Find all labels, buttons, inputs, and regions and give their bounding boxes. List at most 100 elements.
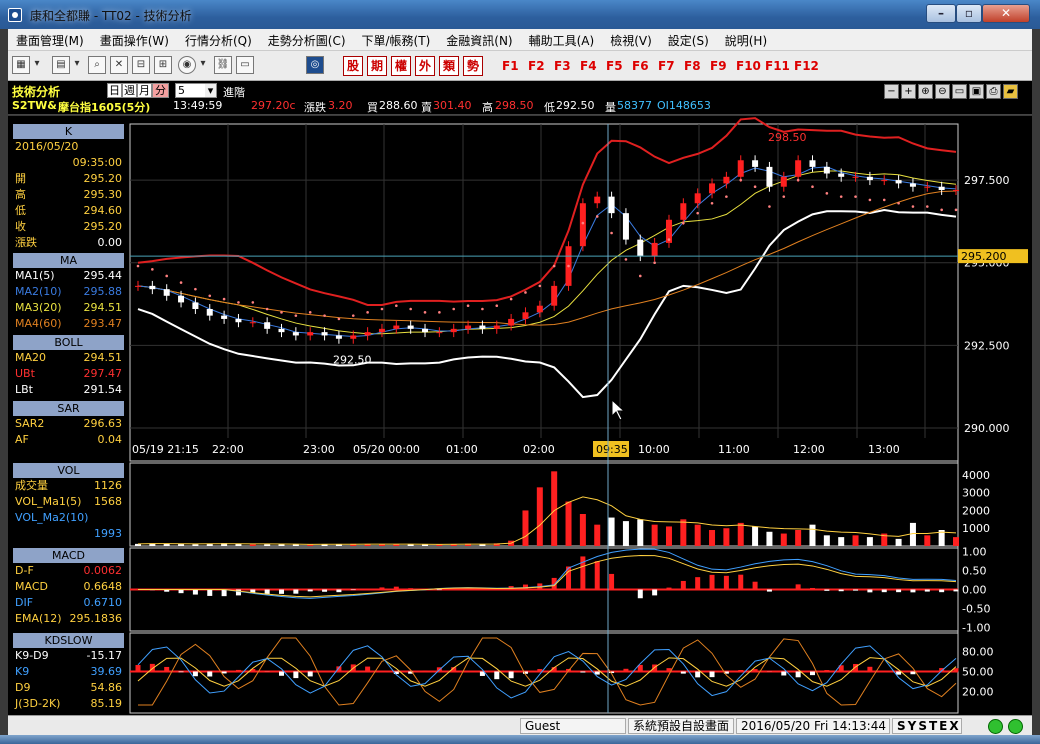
print-icon[interactable]: ⎙ — [986, 84, 1001, 99]
menu-item[interactable]: 設定(S) — [660, 29, 717, 49]
screen-icon[interactable]: ▤ — [52, 56, 70, 74]
f12-key[interactable]: F12 — [794, 59, 819, 73]
candle-body — [881, 180, 888, 182]
price-tick-label: 292.500 — [964, 339, 1010, 352]
kd-histogram-bar — [235, 669, 241, 672]
f3-key[interactable]: F3 — [554, 59, 571, 73]
period-minute-tab[interactable]: 分 — [152, 83, 169, 98]
volume-bar — [651, 524, 658, 546]
trend-button[interactable]: 勢 — [463, 56, 483, 76]
layout-icon[interactable]: ▦ — [12, 56, 30, 74]
period-week-tab[interactable]: 週 — [122, 83, 137, 98]
candle-body — [780, 176, 787, 187]
candle-body — [737, 160, 744, 177]
boll-panel-header: BOLL — [13, 335, 124, 350]
chevron-down-icon[interactable]: ▾ — [198, 56, 208, 74]
chevron-down-icon[interactable]: ▾ — [32, 56, 42, 74]
sar-dot — [897, 201, 900, 205]
category-button[interactable]: 類 — [439, 56, 459, 76]
sar-dot — [438, 311, 441, 314]
close-button[interactable]: ✕ — [982, 4, 1030, 23]
zoom-out-icon[interactable]: ⊖ — [935, 84, 950, 99]
menu-item[interactable]: 畫面管理(M) — [8, 29, 92, 49]
kd-histogram-bar — [580, 671, 586, 673]
menu-item[interactable]: 說明(H) — [717, 29, 775, 49]
chevron-down-icon[interactable]: ▾ — [205, 83, 217, 98]
macd-histogram-bar — [795, 584, 801, 590]
menu-item[interactable]: 行情分析(Q) — [177, 29, 260, 49]
minimize-button[interactable]: – — [926, 4, 956, 23]
period-day-tab[interactable]: 日 — [107, 83, 122, 98]
chat-icon[interactable]: ▭ — [952, 84, 967, 99]
foreign-button[interactable]: 外 — [415, 56, 435, 76]
tile-icon[interactable]: ⊟ — [132, 56, 150, 74]
volume-bar — [249, 544, 256, 546]
chevron-down-icon[interactable]: ▾ — [72, 56, 82, 74]
f2-key[interactable]: F2 — [528, 59, 545, 73]
f1-key[interactable]: F1 — [502, 59, 519, 73]
candle-body — [924, 186, 931, 188]
minus-icon[interactable]: − — [884, 84, 899, 99]
high-label: 高 — [482, 101, 493, 114]
save-icon[interactable]: ▣ — [969, 84, 984, 99]
f6-key[interactable]: F6 — [632, 59, 649, 73]
volume-bar — [694, 524, 701, 546]
maximize-button[interactable]: ▫ — [956, 4, 982, 23]
macd-histogram-bar — [436, 589, 442, 591]
menu-item[interactable]: 檢視(V) — [602, 29, 660, 49]
macd-tick-label: -0.50 — [962, 603, 990, 616]
f5-key[interactable]: F5 — [606, 59, 623, 73]
f9-key[interactable]: F9 — [710, 59, 727, 73]
macd-histogram-bar — [838, 589, 844, 592]
plus-icon[interactable]: + — [901, 84, 916, 99]
f8-key[interactable]: F8 — [684, 59, 701, 73]
futures-button[interactable]: 期 — [367, 56, 387, 76]
kd-row: K9 39.69 — [15, 665, 122, 678]
period-month-tab[interactable]: 月 — [137, 83, 152, 98]
menu-item[interactable]: 走勢分析圖(C) — [260, 29, 354, 49]
f7-key[interactable]: F7 — [658, 59, 675, 73]
sar-dot — [237, 301, 240, 304]
price-tick-label: 290.000 — [964, 422, 1010, 435]
candle-body — [321, 332, 328, 336]
systex-logo: SYSTEX — [892, 718, 962, 734]
macd-histogram-bar — [279, 589, 285, 594]
brand-icon[interactable]: ◎ — [306, 56, 324, 74]
menu-item[interactable]: 畫面操作(W) — [92, 29, 177, 49]
candle-body — [709, 183, 716, 194]
f4-key[interactable]: F4 — [580, 59, 597, 73]
kd-histogram-bar — [537, 669, 543, 672]
chart-canvas[interactable]: 297.500295.000292.500290.00005/19 21:15 2… — [128, 116, 1032, 715]
volume-bar — [780, 533, 787, 546]
advanced-link[interactable]: 進階 — [223, 84, 245, 100]
chart-icon[interactable]: ▭ — [236, 56, 254, 74]
boll-row: LBt 291.54 — [15, 383, 122, 396]
folder-icon[interactable]: ▰ — [1003, 84, 1018, 99]
globe-icon[interactable]: ◉ — [178, 56, 196, 74]
options-button[interactable]: 權 — [391, 56, 411, 76]
candle-body — [163, 289, 170, 296]
sar-dot — [265, 307, 269, 311]
f10-key[interactable]: F10 — [736, 59, 761, 73]
f11-key[interactable]: F11 — [765, 59, 790, 73]
menu-item[interactable]: 金融資訊(N) — [438, 29, 520, 49]
close-window-icon[interactable]: ✕ — [110, 56, 128, 74]
link-icon[interactable]: ⛓ — [214, 56, 232, 74]
kd-panel-header: KDSLOW — [13, 633, 124, 648]
stock-button[interactable]: 股 — [343, 56, 363, 76]
sar-panel-header: SAR — [13, 401, 124, 416]
volume-bar — [551, 471, 558, 546]
volume-bar — [895, 538, 902, 546]
macd-histogram-bar — [824, 589, 830, 591]
menu-item[interactable]: 輔助工具(A) — [521, 29, 603, 49]
sar-dot — [940, 208, 943, 212]
volume-bar — [709, 530, 716, 546]
time-tick-label: 02:00 — [523, 443, 555, 456]
kd-row: J(3D-2K) 85.19 — [15, 697, 122, 710]
search-icon[interactable]: ⌕ — [88, 56, 106, 74]
menu-item[interactable]: 下單/帳務(T) — [354, 29, 439, 49]
zoom-in-icon[interactable]: ⊕ — [918, 84, 933, 99]
grid-icon[interactable]: ⊞ — [154, 56, 172, 74]
sar-dot — [624, 258, 628, 261]
candle-body — [479, 325, 486, 329]
